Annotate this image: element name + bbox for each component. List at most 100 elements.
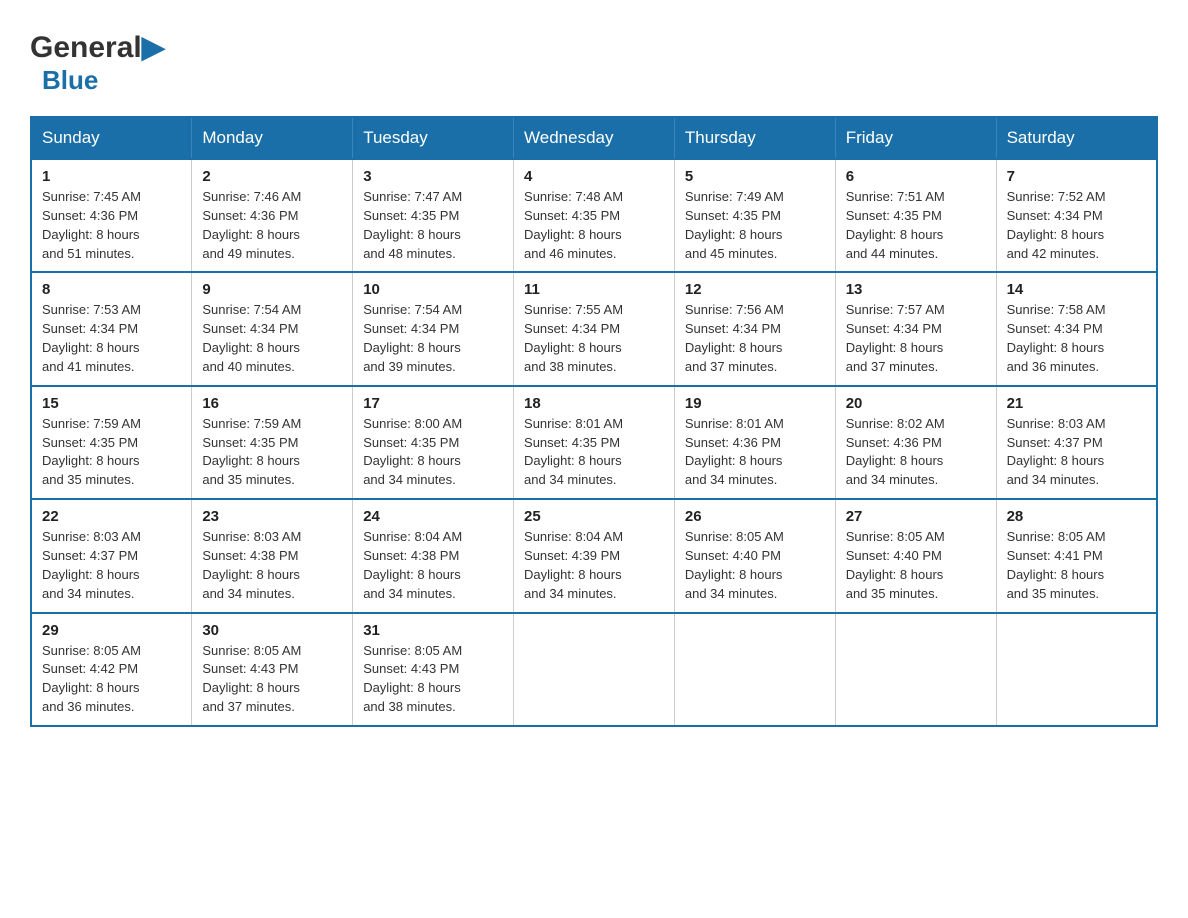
day-info: Sunrise: 8:05 AMSunset: 4:40 PMDaylight:… <box>685 528 825 603</box>
day-info: Sunrise: 7:57 AMSunset: 4:34 PMDaylight:… <box>846 301 986 376</box>
page-header: General▶ Blue <box>30 30 1158 96</box>
day-info: Sunrise: 7:59 AMSunset: 4:35 PMDaylight:… <box>42 415 181 490</box>
calendar-day-cell: 20 Sunrise: 8:02 AMSunset: 4:36 PMDaylig… <box>835 386 996 499</box>
day-number: 1 <box>42 168 181 185</box>
day-number: 20 <box>846 395 986 412</box>
calendar-day-cell: 27 Sunrise: 8:05 AMSunset: 4:40 PMDaylig… <box>835 499 996 612</box>
logo-blue-text: Blue <box>42 65 98 95</box>
day-number: 14 <box>1007 281 1146 298</box>
day-number: 25 <box>524 508 664 525</box>
logo: General▶ Blue <box>30 30 165 96</box>
calendar-day-cell: 9 Sunrise: 7:54 AMSunset: 4:34 PMDayligh… <box>192 272 353 385</box>
col-tuesday: Tuesday <box>353 117 514 159</box>
calendar-day-cell: 25 Sunrise: 8:04 AMSunset: 4:39 PMDaylig… <box>514 499 675 612</box>
day-info: Sunrise: 7:53 AMSunset: 4:34 PMDaylight:… <box>42 301 181 376</box>
day-number: 8 <box>42 281 181 298</box>
day-number: 9 <box>202 281 342 298</box>
day-number: 15 <box>42 395 181 412</box>
day-number: 26 <box>685 508 825 525</box>
logo-general-text: General▶ <box>30 30 165 65</box>
calendar-day-cell: 6 Sunrise: 7:51 AMSunset: 4:35 PMDayligh… <box>835 159 996 272</box>
day-info: Sunrise: 8:05 AMSunset: 4:41 PMDaylight:… <box>1007 528 1146 603</box>
calendar-day-cell: 2 Sunrise: 7:46 AMSunset: 4:36 PMDayligh… <box>192 159 353 272</box>
calendar-day-cell: 30 Sunrise: 8:05 AMSunset: 4:43 PMDaylig… <box>192 613 353 726</box>
day-number: 17 <box>363 395 503 412</box>
day-number: 11 <box>524 281 664 298</box>
calendar-day-cell: 21 Sunrise: 8:03 AMSunset: 4:37 PMDaylig… <box>996 386 1157 499</box>
day-number: 4 <box>524 168 664 185</box>
calendar-week-row: 8 Sunrise: 7:53 AMSunset: 4:34 PMDayligh… <box>31 272 1157 385</box>
calendar-day-cell: 12 Sunrise: 7:56 AMSunset: 4:34 PMDaylig… <box>674 272 835 385</box>
day-number: 30 <box>202 622 342 639</box>
day-info: Sunrise: 8:05 AMSunset: 4:40 PMDaylight:… <box>846 528 986 603</box>
day-info: Sunrise: 8:05 AMSunset: 4:43 PMDaylight:… <box>202 642 342 717</box>
calendar-day-cell: 29 Sunrise: 8:05 AMSunset: 4:42 PMDaylig… <box>31 613 192 726</box>
calendar-day-cell: 4 Sunrise: 7:48 AMSunset: 4:35 PMDayligh… <box>514 159 675 272</box>
calendar-day-cell: 14 Sunrise: 7:58 AMSunset: 4:34 PMDaylig… <box>996 272 1157 385</box>
day-number: 24 <box>363 508 503 525</box>
calendar-day-cell: 26 Sunrise: 8:05 AMSunset: 4:40 PMDaylig… <box>674 499 835 612</box>
calendar-day-cell: 16 Sunrise: 7:59 AMSunset: 4:35 PMDaylig… <box>192 386 353 499</box>
day-info: Sunrise: 8:01 AMSunset: 4:35 PMDaylight:… <box>524 415 664 490</box>
day-info: Sunrise: 7:59 AMSunset: 4:35 PMDaylight:… <box>202 415 342 490</box>
col-wednesday: Wednesday <box>514 117 675 159</box>
day-info: Sunrise: 8:01 AMSunset: 4:36 PMDaylight:… <box>685 415 825 490</box>
calendar-day-cell: 8 Sunrise: 7:53 AMSunset: 4:34 PMDayligh… <box>31 272 192 385</box>
calendar-day-cell: 23 Sunrise: 8:03 AMSunset: 4:38 PMDaylig… <box>192 499 353 612</box>
day-number: 27 <box>846 508 986 525</box>
calendar-day-cell: 1 Sunrise: 7:45 AMSunset: 4:36 PMDayligh… <box>31 159 192 272</box>
day-info: Sunrise: 7:58 AMSunset: 4:34 PMDaylight:… <box>1007 301 1146 376</box>
calendar-table: Sunday Monday Tuesday Wednesday Thursday… <box>30 116 1158 727</box>
calendar-week-row: 29 Sunrise: 8:05 AMSunset: 4:42 PMDaylig… <box>31 613 1157 726</box>
calendar-day-cell: 13 Sunrise: 7:57 AMSunset: 4:34 PMDaylig… <box>835 272 996 385</box>
day-number: 22 <box>42 508 181 525</box>
day-info: Sunrise: 8:03 AMSunset: 4:37 PMDaylight:… <box>1007 415 1146 490</box>
day-info: Sunrise: 7:49 AMSunset: 4:35 PMDaylight:… <box>685 188 825 263</box>
calendar-day-cell: 22 Sunrise: 8:03 AMSunset: 4:37 PMDaylig… <box>31 499 192 612</box>
col-monday: Monday <box>192 117 353 159</box>
calendar-day-cell <box>996 613 1157 726</box>
day-number: 7 <box>1007 168 1146 185</box>
col-friday: Friday <box>835 117 996 159</box>
calendar-week-row: 1 Sunrise: 7:45 AMSunset: 4:36 PMDayligh… <box>31 159 1157 272</box>
day-number: 10 <box>363 281 503 298</box>
day-info: Sunrise: 8:04 AMSunset: 4:38 PMDaylight:… <box>363 528 503 603</box>
day-number: 6 <box>846 168 986 185</box>
col-saturday: Saturday <box>996 117 1157 159</box>
day-number: 23 <box>202 508 342 525</box>
day-number: 31 <box>363 622 503 639</box>
calendar-day-cell: 15 Sunrise: 7:59 AMSunset: 4:35 PMDaylig… <box>31 386 192 499</box>
col-thursday: Thursday <box>674 117 835 159</box>
day-info: Sunrise: 8:05 AMSunset: 4:43 PMDaylight:… <box>363 642 503 717</box>
calendar-day-cell <box>674 613 835 726</box>
calendar-day-cell: 28 Sunrise: 8:05 AMSunset: 4:41 PMDaylig… <box>996 499 1157 612</box>
col-sunday: Sunday <box>31 117 192 159</box>
day-info: Sunrise: 7:46 AMSunset: 4:36 PMDaylight:… <box>202 188 342 263</box>
day-info: Sunrise: 7:45 AMSunset: 4:36 PMDaylight:… <box>42 188 181 263</box>
day-number: 2 <box>202 168 342 185</box>
day-info: Sunrise: 7:51 AMSunset: 4:35 PMDaylight:… <box>846 188 986 263</box>
calendar-day-cell: 3 Sunrise: 7:47 AMSunset: 4:35 PMDayligh… <box>353 159 514 272</box>
day-info: Sunrise: 8:02 AMSunset: 4:36 PMDaylight:… <box>846 415 986 490</box>
day-info: Sunrise: 8:05 AMSunset: 4:42 PMDaylight:… <box>42 642 181 717</box>
day-number: 12 <box>685 281 825 298</box>
day-info: Sunrise: 7:55 AMSunset: 4:34 PMDaylight:… <box>524 301 664 376</box>
calendar-day-cell: 24 Sunrise: 8:04 AMSunset: 4:38 PMDaylig… <box>353 499 514 612</box>
day-number: 28 <box>1007 508 1146 525</box>
calendar-day-cell: 5 Sunrise: 7:49 AMSunset: 4:35 PMDayligh… <box>674 159 835 272</box>
day-info: Sunrise: 7:48 AMSunset: 4:35 PMDaylight:… <box>524 188 664 263</box>
calendar-week-row: 15 Sunrise: 7:59 AMSunset: 4:35 PMDaylig… <box>31 386 1157 499</box>
day-number: 13 <box>846 281 986 298</box>
calendar-day-cell: 7 Sunrise: 7:52 AMSunset: 4:34 PMDayligh… <box>996 159 1157 272</box>
day-info: Sunrise: 7:52 AMSunset: 4:34 PMDaylight:… <box>1007 188 1146 263</box>
calendar-week-row: 22 Sunrise: 8:03 AMSunset: 4:37 PMDaylig… <box>31 499 1157 612</box>
day-number: 21 <box>1007 395 1146 412</box>
day-number: 18 <box>524 395 664 412</box>
day-info: Sunrise: 7:56 AMSunset: 4:34 PMDaylight:… <box>685 301 825 376</box>
day-number: 5 <box>685 168 825 185</box>
day-info: Sunrise: 7:54 AMSunset: 4:34 PMDaylight:… <box>363 301 503 376</box>
day-info: Sunrise: 8:00 AMSunset: 4:35 PMDaylight:… <box>363 415 503 490</box>
calendar-day-cell: 17 Sunrise: 8:00 AMSunset: 4:35 PMDaylig… <box>353 386 514 499</box>
day-info: Sunrise: 7:54 AMSunset: 4:34 PMDaylight:… <box>202 301 342 376</box>
calendar-header-row: Sunday Monday Tuesday Wednesday Thursday… <box>31 117 1157 159</box>
